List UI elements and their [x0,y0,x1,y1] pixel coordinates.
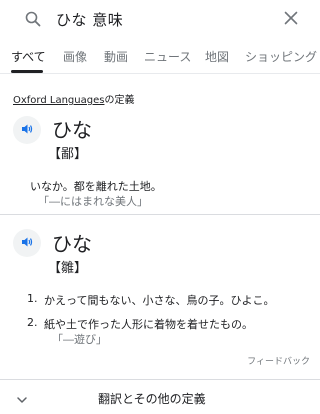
source-suffix: の定義 [104,95,135,106]
definition-number: 1. [27,292,38,305]
search-input[interactable]: ひな 意味 [56,9,123,30]
tab-videos[interactable]: 動画 [104,48,128,65]
feedback-link[interactable]: フィードバック [247,354,310,367]
tab-news[interactable]: ニュース [144,48,191,65]
chevron-down-icon [16,391,28,403]
search-tabs: すべて 画像 動画 ニュース 地図 ショッピング [0,40,320,74]
definition-example: 「―にはまれな美人」 [38,195,148,208]
more-definitions-button[interactable]: 翻訳とその他の定義 [0,379,320,414]
tab-shopping[interactable]: ショッピング [245,48,317,65]
close-icon[interactable] [282,9,300,27]
definition-text: かえって間もない、小さな、鳥の子。ひよこ。 [44,294,275,307]
search-icon [24,10,42,28]
definition-number: 2. [27,316,38,329]
tab-all[interactable]: すべて [11,48,46,65]
dictionary-source: Oxford Languagesの定義 [13,91,134,106]
speaker-icon [20,121,34,140]
entry-kanji: 【雛】 [48,261,88,276]
tab-maps[interactable]: 地図 [205,48,229,65]
entry-word: ひな [52,118,92,142]
active-tab-indicator [11,70,43,73]
entry-divider [0,214,320,215]
entry-word: ひな [52,232,92,256]
more-definitions-label: 翻訳とその他の定義 [98,392,206,406]
definition-text: 紙や土で作った人形に着物を着せたもの。 [44,318,253,331]
search-bar[interactable]: ひな 意味 [12,4,310,34]
pronounce-button[interactable] [13,116,41,144]
definition-example: 「―遊び」 [52,333,107,346]
speaker-icon [20,234,34,253]
pronounce-button[interactable] [13,229,41,257]
source-link[interactable]: Oxford Languages [13,95,104,106]
tab-images[interactable]: 画像 [63,48,87,65]
entry-kanji: 【鄙】 [48,147,88,162]
definition-text: いなか。都を離れた土地。 [30,180,162,193]
